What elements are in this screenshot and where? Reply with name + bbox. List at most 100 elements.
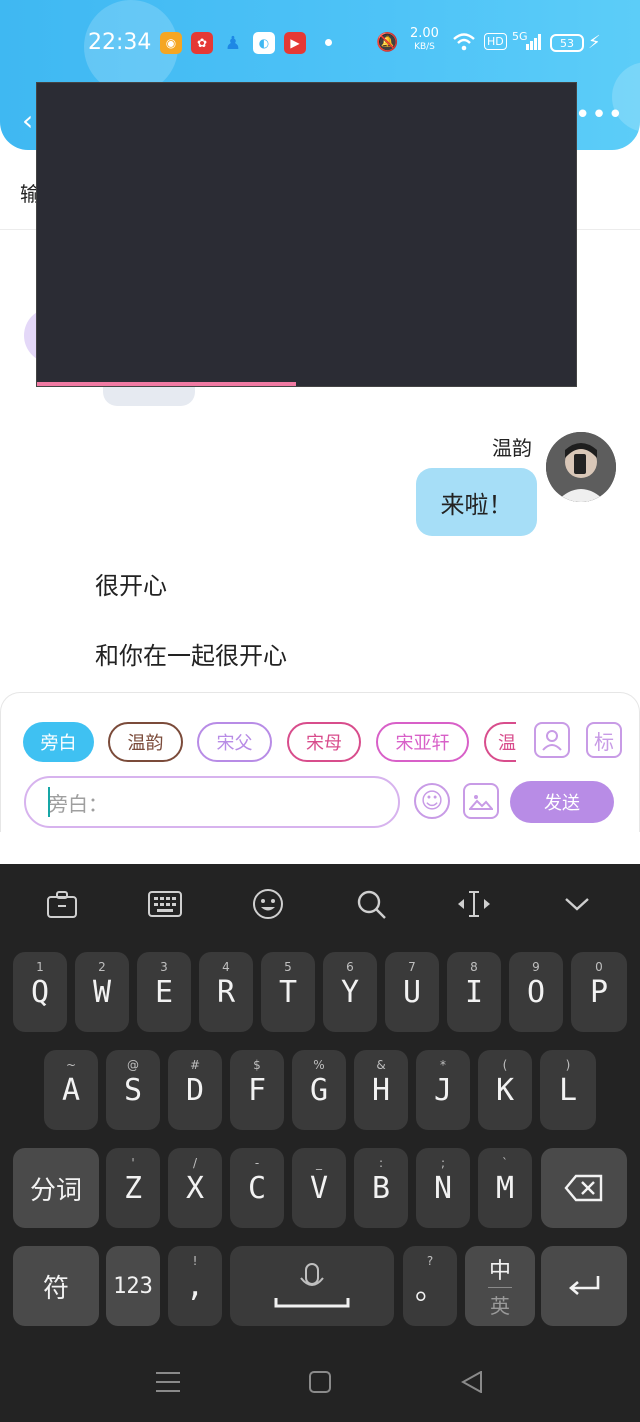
key-i[interactable]: 8I <box>447 952 501 1032</box>
emoji-icon[interactable]: ☺ <box>414 783 450 819</box>
more-notifications-dot <box>325 39 332 46</box>
role-chip-label: 宋亚轩 <box>395 733 450 754</box>
comma-key[interactable]: !, <box>168 1246 222 1326</box>
key-v-label: V <box>309 1170 329 1206</box>
narration-text: 很开心 <box>95 572 167 600</box>
key-h[interactable]: & H <box>354 1050 408 1130</box>
key-u-sub: 7 <box>408 960 416 974</box>
key-u[interactable]: 7U <box>385 952 439 1032</box>
sender-avatar[interactable] <box>546 432 616 502</box>
key-s-label: S <box>123 1072 143 1108</box>
network-speed-value: 2.00 <box>410 26 439 41</box>
comma-key-sub: ! <box>192 1254 198 1268</box>
cursor-move-icon[interactable] <box>450 884 498 924</box>
key-p-label: P <box>589 974 609 1010</box>
role-chip-song-father[interactable]: 宋父 <box>197 722 272 762</box>
key-v[interactable]: _ V <box>292 1148 346 1228</box>
key-b-label: B <box>371 1170 391 1206</box>
period-key[interactable]: ?。 <box>403 1246 457 1326</box>
key-z[interactable]: ' Z <box>106 1148 160 1228</box>
symbol-key[interactable]: 符 <box>13 1246 99 1326</box>
key-q[interactable]: 1Q <box>13 952 67 1032</box>
key-z-label: Z <box>123 1170 143 1206</box>
role-chip-song-yaxuan[interactable]: 宋亚轩 <box>376 722 469 762</box>
key-s-sub: @ <box>127 1058 139 1072</box>
comma-key-label: , <box>185 1268 205 1304</box>
key-m-label: M <box>495 1170 515 1206</box>
message-input-placeholder: 旁白： <box>48 791 108 816</box>
key-x-label: X <box>185 1170 205 1206</box>
text-cursor <box>48 787 50 817</box>
key-n[interactable]: ; N <box>416 1148 470 1228</box>
emoji-keyboard-icon[interactable] <box>244 884 292 924</box>
role-chip-narration[interactable]: 旁白 <box>23 722 94 762</box>
search-icon[interactable] <box>347 884 395 924</box>
key-p-sub: 0 <box>595 960 603 974</box>
status-time: 22:34 <box>88 30 152 55</box>
home-nav-icon[interactable] <box>309 1370 331 1400</box>
key-d[interactable]: # D <box>168 1050 222 1130</box>
key-c[interactable]: -C <box>230 1148 284 1228</box>
enter-key[interactable] <box>541 1246 627 1326</box>
key-k[interactable]: (K <box>478 1050 532 1130</box>
message-bubble[interactable]: 来啦！ <box>416 468 537 536</box>
key-t-label: T <box>278 974 298 1010</box>
space-key[interactable] <box>230 1246 394 1326</box>
key-j-label: J <box>433 1072 453 1108</box>
character-icon[interactable] <box>534 722 570 758</box>
number-key[interactable]: 123 <box>106 1246 160 1326</box>
back-nav-icon[interactable] <box>460 1370 483 1400</box>
role-chip-wenyun[interactable]: 温韵 <box>108 722 183 762</box>
key-d-sub: # <box>189 1058 201 1072</box>
key-t[interactable]: 5T <box>261 952 315 1032</box>
key-w[interactable]: 2W <box>75 952 129 1032</box>
backspace-key[interactable] <box>541 1148 627 1228</box>
key-e[interactable]: 3E <box>137 952 191 1032</box>
tag-button[interactable]: 标 <box>586 722 622 758</box>
key-j[interactable]: * J <box>416 1050 470 1130</box>
key-a[interactable]: ~ A <box>44 1050 98 1130</box>
key-b-sub: : <box>378 1156 384 1170</box>
charging-icon: ⚡ <box>588 32 601 53</box>
key-g[interactable]: % G <box>292 1050 346 1130</box>
back-chevron-icon[interactable]: ‹ <box>22 104 33 137</box>
key-e-sub: 3 <box>160 960 168 974</box>
key-y-sub: 6 <box>346 960 354 974</box>
key-l[interactable]: ) L <box>540 1050 596 1130</box>
role-chip-song-mother[interactable]: 宋母 <box>287 722 361 762</box>
key-s[interactable]: @ S <box>106 1050 160 1130</box>
key-x[interactable]: / X <box>168 1148 222 1228</box>
more-options-icon[interactable]: ••• <box>575 100 624 130</box>
key-i-label: I <box>464 974 484 1010</box>
key-m[interactable]: ` M <box>478 1148 532 1228</box>
key-c-label: C <box>247 1170 267 1206</box>
video-progress-bar[interactable] <box>37 382 296 386</box>
key-k-sub: ( <box>502 1058 508 1072</box>
language-switch-divider <box>488 1287 512 1288</box>
key-p[interactable]: 0P <box>571 952 627 1032</box>
floating-video-player[interactable] <box>36 82 577 387</box>
language-switch-key[interactable]: 中 英 <box>465 1246 535 1326</box>
key-q-label: Q <box>30 974 50 1010</box>
key-e-label: E <box>154 974 174 1010</box>
send-button[interactable]: 发送 <box>510 781 614 823</box>
key-k-label: K <box>495 1072 515 1108</box>
key-o[interactable]: 9O <box>509 952 563 1032</box>
key-b[interactable]: :B <box>354 1148 408 1228</box>
image-icon[interactable] <box>463 783 499 819</box>
period-key-sub: ? <box>426 1254 434 1268</box>
key-f[interactable]: $ F <box>230 1050 284 1130</box>
keyboard-layout-icon[interactable] <box>141 884 189 924</box>
key-m-sub: ` <box>502 1156 508 1170</box>
key-r[interactable]: 4R <box>199 952 253 1032</box>
message-input[interactable]: 旁白： <box>24 776 400 828</box>
menu-nav-icon[interactable] <box>156 1370 180 1400</box>
status-bar: 22:34 ◉ ✿ ♟ ◐ ▶ 🔕 2.00 KB/S HD 5G 53 ⚡ <box>0 22 640 62</box>
segment-key[interactable]: 分词 <box>13 1148 99 1228</box>
key-y[interactable]: 6Y <box>323 952 377 1032</box>
collapse-keyboard-chevron-icon[interactable] <box>553 884 601 924</box>
key-l-sub: ) <box>565 1058 571 1072</box>
role-chip-partial[interactable]: 温 <box>484 722 516 762</box>
toolbox-icon[interactable] <box>38 884 86 924</box>
role-chip-label: 宋母 <box>306 733 342 754</box>
